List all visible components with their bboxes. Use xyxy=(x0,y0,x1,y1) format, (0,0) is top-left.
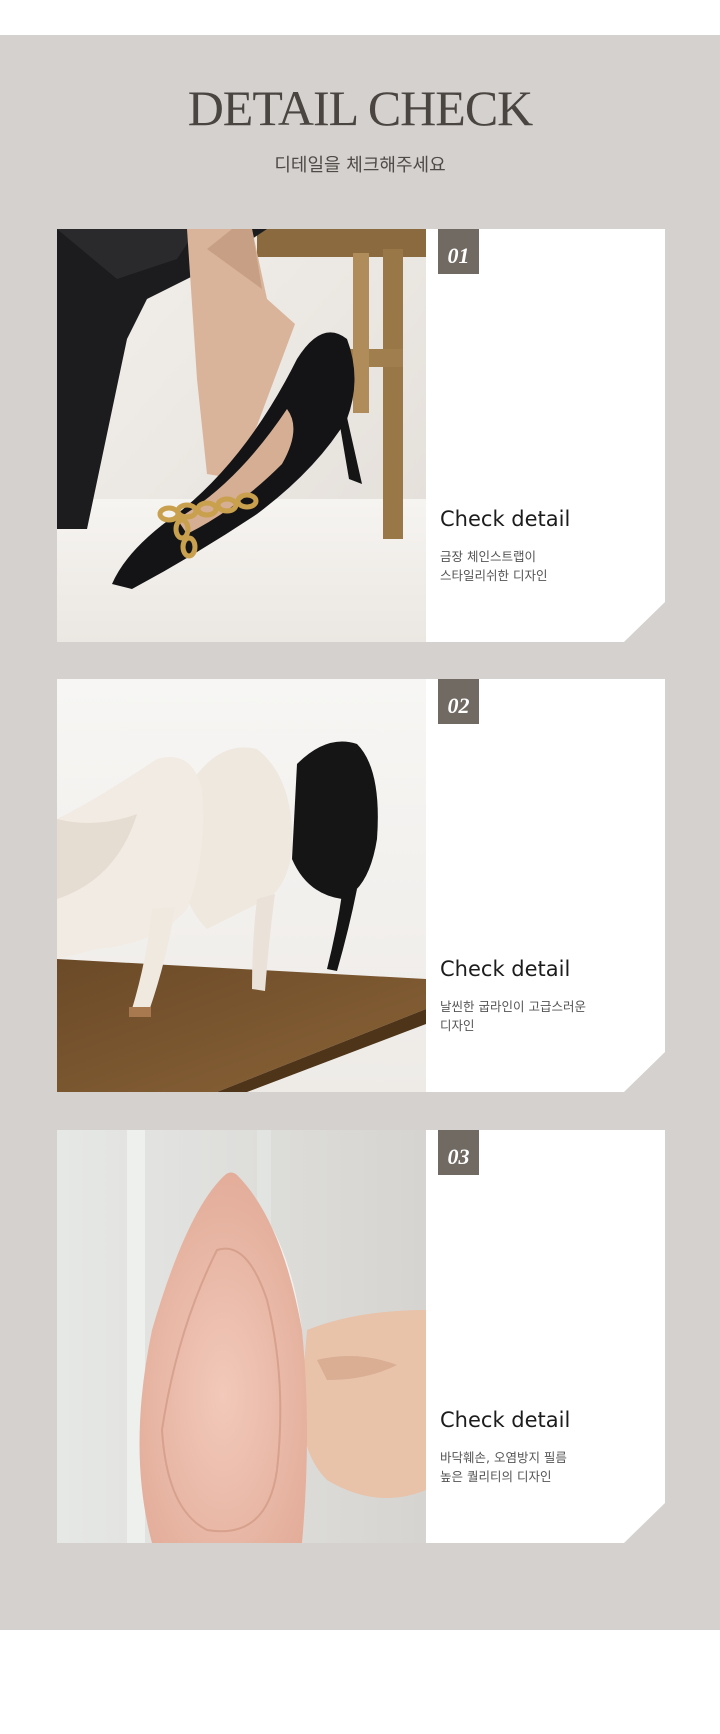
detail-description: 날씬한 굽라인이 고급스러운 디자인 xyxy=(440,997,586,1035)
detail-number-badge: 01 xyxy=(438,229,479,274)
detail-number-badge: 03 xyxy=(438,1130,479,1175)
detail-card-1: 01 Check detail 금장 체인스트랩이 스타일리쉬한 디자인 xyxy=(57,229,665,642)
detail-description: 바닥훼손, 오염방지 필름 높은 퀄리티의 디자인 xyxy=(440,1448,567,1486)
detail-description-line: 바닥훼손, 오염방지 필름 xyxy=(440,1450,567,1465)
detail-description: 금장 체인스트랩이 스타일리쉬한 디자인 xyxy=(440,547,547,585)
detail-photo-black-pump-chain xyxy=(57,229,426,642)
detail-panel-1: 01 Check detail 금장 체인스트랩이 스타일리쉬한 디자인 xyxy=(426,229,665,642)
detail-photo-sole-film xyxy=(57,1130,426,1543)
detail-panel-3: 03 Check detail 바닥훼손, 오염방지 필름 높은 퀄리티의 디자… xyxy=(426,1130,665,1543)
detail-heading: Check detail xyxy=(440,957,571,981)
detail-description-line: 날씬한 굽라인이 고급스러운 xyxy=(440,999,586,1014)
top-spacer xyxy=(0,0,720,35)
detail-description-line: 금장 체인스트랩이 xyxy=(440,549,536,564)
detail-number-badge: 02 xyxy=(438,679,479,724)
detail-card-2: 02 Check detail 날씬한 굽라인이 고급스러운 디자인 xyxy=(57,679,665,1092)
bottom-spacer xyxy=(0,1630,720,1734)
detail-heading: Check detail xyxy=(440,1408,571,1432)
detail-heading: Check detail xyxy=(440,507,571,531)
detail-photo-heels-on-shelf xyxy=(57,679,426,1092)
page-subtitle: 디테일을 체크해주세요 xyxy=(274,155,446,176)
detail-panel-2: 02 Check detail 날씬한 굽라인이 고급스러운 디자인 xyxy=(426,679,665,1092)
detail-card-3: 03 Check detail 바닥훼손, 오염방지 필름 높은 퀄리티의 디자… xyxy=(57,1130,665,1543)
detail-check-section: DETAIL CHECK 디테일을 체크해주세요 01 Check detail… xyxy=(0,35,720,1630)
detail-description-line: 디자인 xyxy=(440,1018,475,1033)
page-title: DETAIL CHECK xyxy=(187,80,534,136)
detail-description-line: 높은 퀄리티의 디자인 xyxy=(440,1469,552,1484)
detail-description-line: 스타일리쉬한 디자인 xyxy=(440,568,548,583)
